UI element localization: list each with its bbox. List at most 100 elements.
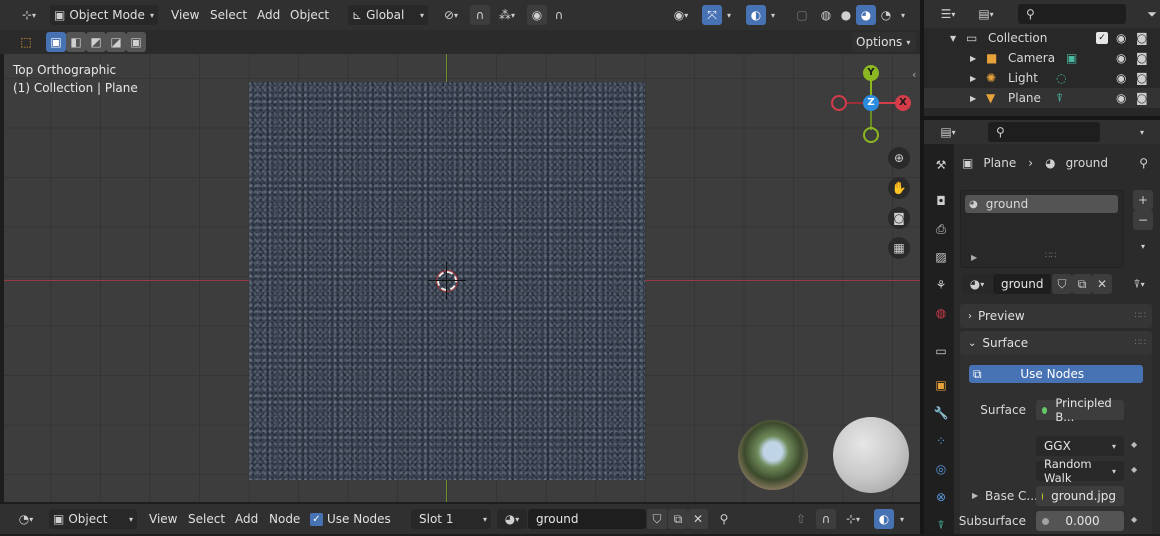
eye-icon[interactable]: ◉ <box>1116 51 1126 65</box>
list-expand-icon[interactable]: ▶ <box>971 253 977 262</box>
tab-constraints[interactable]: ⊗ <box>930 486 952 508</box>
surface-shader-field[interactable]: Principled B... <box>1036 396 1124 424</box>
tab-physics[interactable]: ◎ <box>930 458 952 480</box>
remove-slot-button[interactable]: − <box>1133 210 1153 230</box>
3d-cursor[interactable] <box>428 262 466 300</box>
drag-handle-icon[interactable]: ∷∷ <box>1135 338 1146 348</box>
tab-object[interactable]: ▣ <box>930 374 952 396</box>
distribution-dropdown[interactable]: GGX ▾ <box>1036 436 1124 456</box>
node-snap-target[interactable]: ⊹ ▾ <box>838 509 868 529</box>
expand-arrow-icon[interactable]: ▶ <box>972 491 978 500</box>
properties-fake-user-button[interactable]: ⛉ <box>1052 274 1072 294</box>
gizmo-y-axis[interactable]: Y <box>863 65 879 81</box>
parent-node-tree-button[interactable]: ⇧ <box>791 509 811 529</box>
material-slot-row[interactable]: ◕ ground <box>965 195 1118 213</box>
surface-panel-header[interactable]: ⌄ Surface ∷∷ <box>960 331 1152 355</box>
gizmo-x-axis[interactable]: X <box>895 95 911 111</box>
material-name-field[interactable]: ground <box>528 509 646 529</box>
eye-icon[interactable]: ◉ <box>1116 91 1126 105</box>
visibility-button[interactable]: ◉ ▾ <box>666 5 696 25</box>
node-menu-node[interactable]: Node <box>269 509 300 529</box>
camera-render-icon[interactable]: ◙ <box>1136 71 1148 85</box>
navigation-gizmo[interactable]: Y Z X <box>826 64 916 154</box>
shader-editor-type-button[interactable]: ◔ ▾ <box>10 509 42 529</box>
node-menu-view[interactable]: View <box>149 509 177 529</box>
select-mode-new[interactable]: ▣ <box>46 32 66 52</box>
tab-world[interactable]: ◍ <box>930 302 952 324</box>
properties-options[interactable]: ▾ <box>1132 122 1152 142</box>
node-overlay-dropdown[interactable]: ▾ <box>894 509 910 529</box>
area-divider-vertical[interactable] <box>920 0 924 534</box>
3d-viewport[interactable]: Top Orthographic (1) Collection | Plane … <box>4 54 920 502</box>
overlay-dropdown[interactable]: ▾ <box>766 5 780 25</box>
slot-specials-button[interactable]: ▾ <box>1133 236 1153 256</box>
outliner-collection-row[interactable]: ▼ ▭ Collection ✓ ◉ ◙ <box>924 28 1160 48</box>
menu-object[interactable]: Object <box>290 5 329 25</box>
properties-editor-type[interactable]: ▤ ▾ <box>932 122 964 142</box>
pan-button[interactable]: ✋ <box>888 177 910 199</box>
select-mode-intersect[interactable]: ▣ <box>126 32 146 52</box>
shading-solid[interactable]: ● <box>836 5 856 25</box>
keyframe-dot-icon[interactable]: ◆ <box>1131 465 1137 474</box>
snap-target-button[interactable]: ⁂ ▾ <box>492 5 522 25</box>
material-browse-button[interactable]: ◕ ▾ <box>497 509 527 529</box>
keyframe-dot-icon[interactable]: ◆ <box>1131 440 1137 449</box>
overlay-toggle[interactable]: ◐ <box>746 5 766 25</box>
properties-unlink-button[interactable]: ✕ <box>1092 274 1112 294</box>
outliner-plane-row[interactable]: ▶ ▼ Plane ⍒ ◉ ◙ <box>924 88 1160 108</box>
gizmo-dropdown[interactable]: ▾ <box>722 5 736 25</box>
outliner-camera-row[interactable]: ▶ ■ Camera ▣ ◉ ◙ <box>924 48 1160 68</box>
node-snap-toggle[interactable]: ∩ <box>816 509 836 529</box>
select-mode-extend[interactable]: ◧ <box>66 32 86 52</box>
properties-material-name-field[interactable]: ground <box>993 274 1051 294</box>
subsurface-method-dropdown[interactable]: Random Walk ▾ <box>1036 457 1124 485</box>
orientation-dropdown[interactable]: ⊾ Global ▾ <box>348 5 428 25</box>
properties-search-input[interactable]: ⚲ <box>988 122 1100 142</box>
options-dropdown[interactable]: Options ▾ <box>852 32 916 52</box>
gizmo-toggle[interactable]: ⤧ <box>702 5 722 25</box>
snap-toggle[interactable]: ∩ <box>470 5 490 25</box>
outliner-light-row[interactable]: ▶ ✺ Light ◌ ◉ ◙ <box>924 68 1160 88</box>
pin-icon[interactable]: ⚲ <box>1139 156 1148 170</box>
select-mode-difference[interactable]: ◪ <box>106 32 126 52</box>
proportional-edit-toggle[interactable]: ◉ <box>527 5 547 25</box>
shading-dropdown[interactable]: ▾ <box>896 5 910 25</box>
pivot-button[interactable]: ⊘ ▾ <box>436 5 466 25</box>
base-color-field[interactable]: ground.jpg <box>1036 486 1124 506</box>
menu-select[interactable]: Select <box>210 5 247 25</box>
link-type-button[interactable]: ⍒ ▾ <box>1124 274 1154 294</box>
ortho-toggle-button[interactable]: ▦ <box>888 237 910 259</box>
camera-view-button[interactable]: ◙ <box>888 207 910 229</box>
tab-modifiers[interactable]: 🔧 <box>930 402 952 424</box>
shading-material[interactable]: ◕ <box>856 5 876 25</box>
eye-icon[interactable]: ◉ <box>1116 31 1126 45</box>
gizmo-y-neg-axis[interactable] <box>863 127 879 143</box>
outliner-display-mode[interactable]: ▤ ▾ <box>970 4 1002 24</box>
use-nodes-button[interactable]: ⧉ Use Nodes <box>969 365 1143 383</box>
camera-render-icon[interactable]: ◙ <box>1136 91 1148 105</box>
menu-add[interactable]: Add <box>257 5 280 25</box>
pin-button[interactable]: ⚲ <box>714 509 734 529</box>
outliner-search-input[interactable]: ⚲ <box>1018 4 1126 24</box>
outliner-editor-type[interactable]: ☰ ▾ <box>932 4 964 24</box>
camera-render-icon[interactable]: ◙ <box>1136 51 1148 65</box>
shading-wireframe[interactable]: ◍ <box>816 5 836 25</box>
node-menu-add[interactable]: Add <box>235 509 258 529</box>
zoom-button[interactable]: ⊕ <box>888 147 910 169</box>
unlink-material-button[interactable]: ✕ <box>688 509 708 529</box>
gizmo-x-neg-axis[interactable] <box>831 95 847 111</box>
properties-material-browse[interactable]: ◕ ▾ <box>962 274 992 294</box>
menu-view[interactable]: View <box>171 5 199 25</box>
tab-particles[interactable]: ⁘ <box>930 430 952 452</box>
select-tool-button[interactable]: ⬚ <box>16 32 36 52</box>
preview-panel-header[interactable]: › Preview ∷∷ <box>960 304 1152 328</box>
duplicate-material-button[interactable]: ⧉ <box>668 509 688 529</box>
subsurface-value-field[interactable]: 0.000 <box>1036 511 1124 531</box>
add-slot-button[interactable]: + <box>1133 190 1153 210</box>
camera-render-icon[interactable]: ◙ <box>1136 31 1148 45</box>
xray-toggle[interactable]: ▢ <box>792 5 812 25</box>
tab-render[interactable]: ◘ <box>930 190 952 212</box>
eye-icon[interactable]: ◉ <box>1116 71 1126 85</box>
tab-scene[interactable]: ⚘ <box>930 274 952 296</box>
drag-handle-icon[interactable]: ∷∷ <box>1135 311 1146 321</box>
